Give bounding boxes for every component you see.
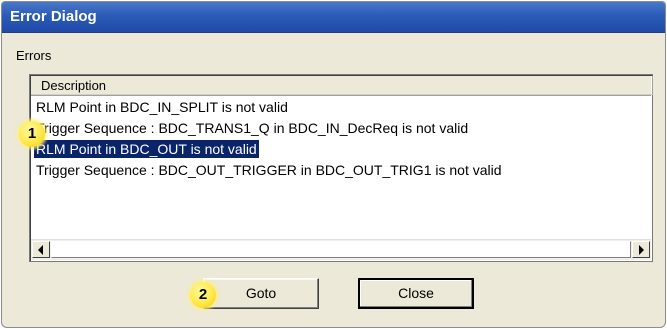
error-dialog-window: Error Dialog Errors Description RLM Poin… <box>1 1 666 328</box>
scroll-right-button[interactable] <box>632 241 650 258</box>
goto-button[interactable]: Goto <box>203 278 319 309</box>
callout-badge-2: 2 <box>190 282 216 308</box>
window-title: Error Dialog <box>10 8 97 25</box>
column-header-description[interactable]: Description <box>31 76 653 95</box>
arrow-left-icon <box>38 245 43 255</box>
list-item[interactable]: Trigger Sequence : BDC_TRANS1_Q in BDC_I… <box>31 118 651 139</box>
list-item-text: Trigger Sequence : BDC_TRANS1_Q in BDC_I… <box>36 120 469 136</box>
list-item-selected[interactable]: RLM Point in BDC_OUT is not valid <box>31 139 651 160</box>
column-header-label: Description <box>41 78 107 93</box>
list-item-text: RLM Point in BDC_IN_SPLIT is not valid <box>36 99 288 115</box>
list-item[interactable]: RLM Point in BDC_IN_SPLIT is not valid <box>31 97 651 118</box>
list-item[interactable]: Trigger Sequence : BDC_OUT_TRIGGER in BD… <box>31 160 651 181</box>
list-header: Description <box>31 76 653 96</box>
errors-group-label: Errors <box>16 48 52 63</box>
errors-list[interactable]: Description RLM Point in BDC_IN_SPLIT is… <box>29 74 653 262</box>
list-item-text: Trigger Sequence : BDC_OUT_TRIGGER in BD… <box>36 162 502 178</box>
scroll-left-button[interactable] <box>32 241 50 258</box>
callout-badge-1: 1 <box>19 121 45 147</box>
list-item-text: RLM Point in BDC_OUT is not valid <box>34 140 259 158</box>
title-bar[interactable]: Error Dialog <box>2 2 665 33</box>
arrow-right-icon <box>639 245 644 255</box>
close-button[interactable]: Close <box>358 278 474 309</box>
scroll-thumb[interactable] <box>51 241 631 258</box>
list-rows: RLM Point in BDC_IN_SPLIT is not valid T… <box>31 97 651 181</box>
horizontal-scrollbar[interactable] <box>31 239 651 260</box>
